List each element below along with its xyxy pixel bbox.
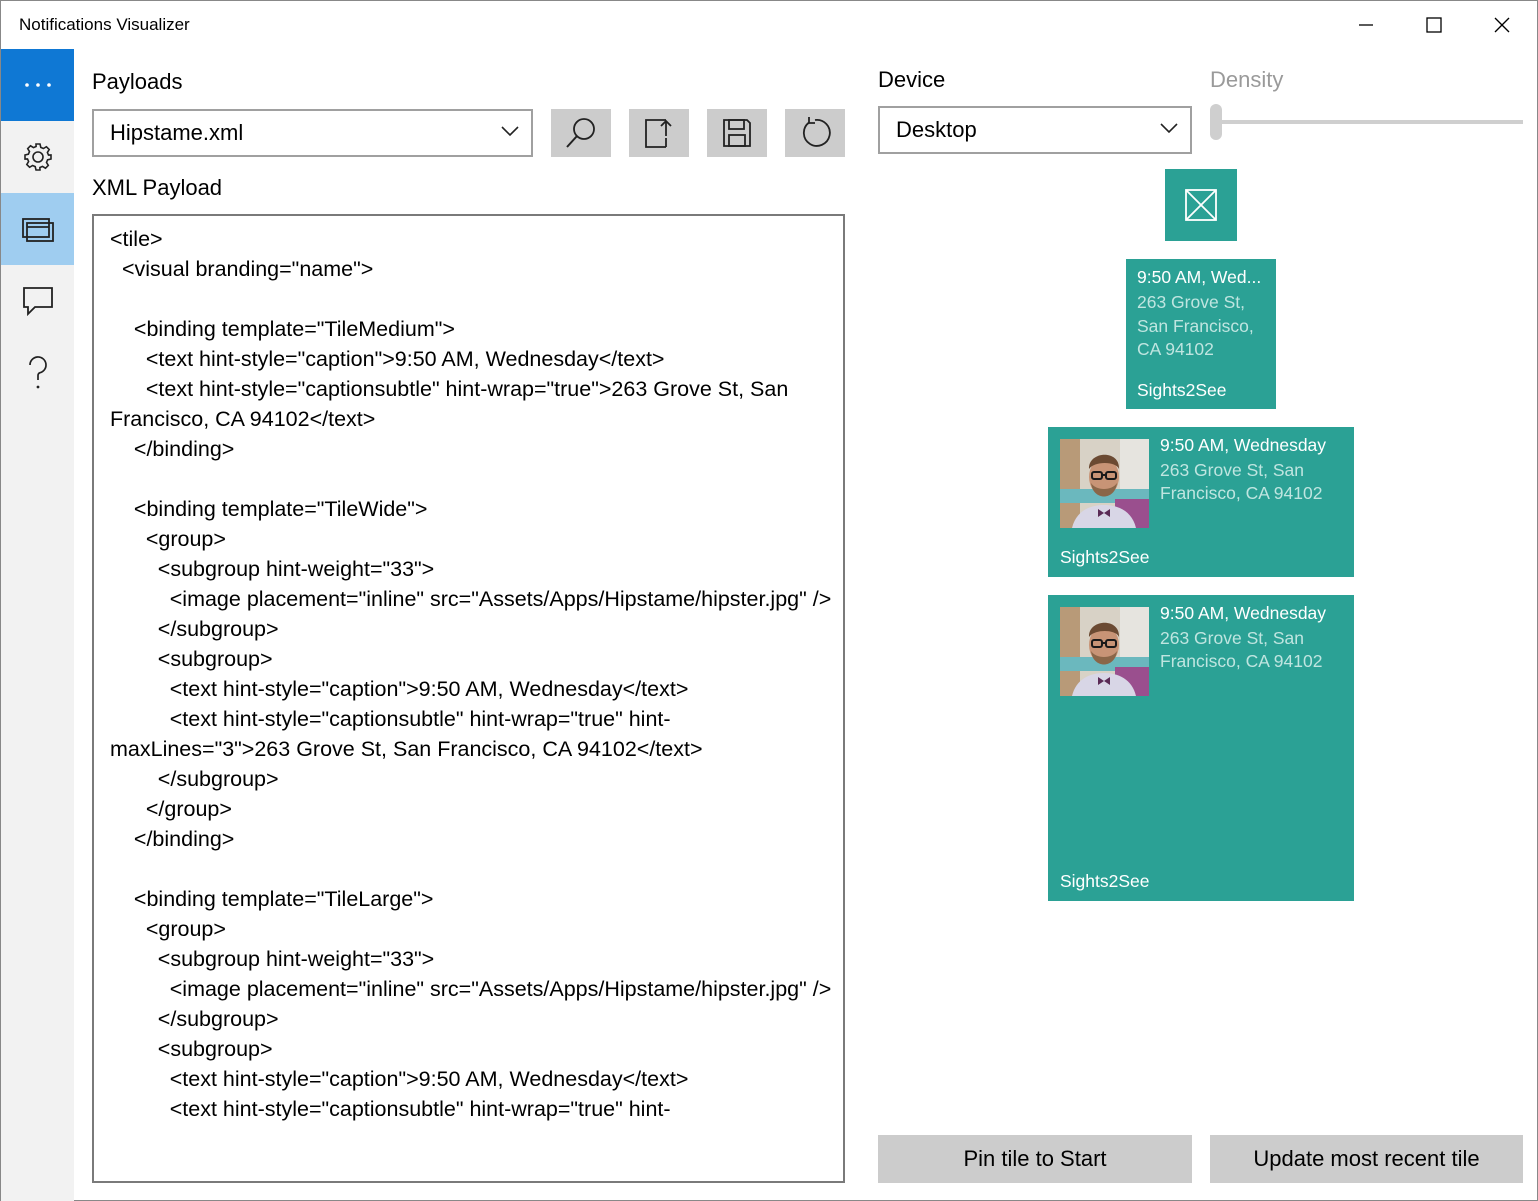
open-file-button[interactable] — [629, 109, 689, 157]
pin-tile-button[interactable]: Pin tile to Start — [878, 1135, 1192, 1183]
gear-icon — [23, 143, 52, 171]
refresh-icon — [802, 117, 831, 147]
nav-item-toasts[interactable] — [1, 265, 74, 337]
nav-rail — [1, 49, 74, 1201]
tile-branding: Sights2See — [1060, 871, 1150, 891]
tile-branding: Sights2See — [1137, 380, 1227, 400]
tile-caption: 9:50 AM, Wednesday — [1160, 435, 1327, 455]
title-bar: Notifications Visualizer — [1, 1, 1537, 49]
tile-small-preview — [1165, 169, 1237, 241]
chevron-down-icon — [1160, 123, 1178, 134]
app-window: Notifications Visualizer Payloads Hipsta… — [0, 0, 1538, 1201]
tile-caption: 9:50 AM, Wed... — [1137, 267, 1262, 287]
xml-payload-label: XML Payload — [92, 175, 223, 200]
tile-wide-preview: 9:50 AM, Wednesday 263 Grove St, San Fra… — [1048, 427, 1354, 577]
tile-caption: 9:50 AM, Wednesday — [1160, 603, 1327, 623]
device-label: Device — [878, 67, 946, 92]
tile-subtitle-line1: 263 Grove St, — [1137, 292, 1245, 312]
maximize-icon — [1426, 17, 1442, 33]
save-button[interactable] — [707, 109, 767, 157]
question-mark-icon — [28, 356, 47, 389]
ellipsis-icon — [24, 83, 51, 87]
density-label: Density — [1210, 67, 1284, 92]
payloads-label: Payloads — [92, 69, 183, 94]
refresh-button[interactable] — [785, 109, 845, 157]
window-title: Notifications Visualizer — [19, 15, 190, 34]
payloads-dropdown[interactable]: Hipstame.xml — [92, 109, 533, 157]
xml-payload-editor[interactable]: <tile> <visual branding="name"> <binding… — [92, 214, 845, 1183]
minimize-icon — [1359, 24, 1373, 26]
save-icon — [723, 119, 751, 147]
tile-branding: Sights2See — [1060, 547, 1150, 567]
tile-subtitle-line1: 263 Grove St, San — [1160, 628, 1304, 648]
open-file-icon — [645, 119, 672, 148]
tile-medium-preview: 9:50 AM, Wed... 263 Grove St, San Franci… — [1126, 259, 1276, 409]
search-button[interactable] — [551, 109, 611, 157]
density-slider-track[interactable] — [1217, 120, 1523, 124]
xml-payload-text: <tile> <visual branding="name"> <binding… — [110, 227, 832, 1121]
speech-bubble-icon — [22, 287, 53, 317]
update-tile-button[interactable]: Update most recent tile — [1210, 1135, 1523, 1183]
tile-subtitle-line1: 263 Grove St, San — [1160, 460, 1304, 480]
payloads-selected-value: Hipstame.xml — [110, 120, 244, 145]
hipster-photo — [1060, 439, 1149, 528]
close-icon — [1494, 17, 1510, 33]
nav-item-settings[interactable] — [1, 121, 74, 193]
tile-subtitle-line3: CA 94102 — [1137, 339, 1214, 359]
hamburger-menu-button[interactable] — [1, 49, 74, 121]
nav-item-tiles[interactable] — [1, 193, 74, 265]
nav-item-help[interactable] — [1, 337, 74, 409]
minimize-button[interactable] — [1332, 1, 1400, 49]
placeholder-image-icon — [1185, 189, 1217, 221]
tile-subtitle-line2: San Francisco, — [1137, 316, 1254, 336]
device-dropdown[interactable]: Desktop — [878, 106, 1192, 154]
device-selected-value: Desktop — [896, 117, 977, 142]
tile-subtitle-line2: Francisco, CA 94102 — [1160, 483, 1323, 503]
hipster-photo — [1060, 607, 1149, 696]
tile-large-preview: 9:50 AM, Wednesday 263 Grove St, San Fra… — [1048, 595, 1354, 901]
tiles-icon — [21, 218, 54, 242]
maximize-button[interactable] — [1400, 1, 1468, 49]
tile-subtitle-line2: Francisco, CA 94102 — [1160, 651, 1323, 671]
search-icon — [566, 118, 595, 148]
close-button[interactable] — [1468, 1, 1536, 49]
density-slider-thumb[interactable] — [1210, 104, 1222, 140]
chevron-down-icon — [501, 126, 519, 137]
